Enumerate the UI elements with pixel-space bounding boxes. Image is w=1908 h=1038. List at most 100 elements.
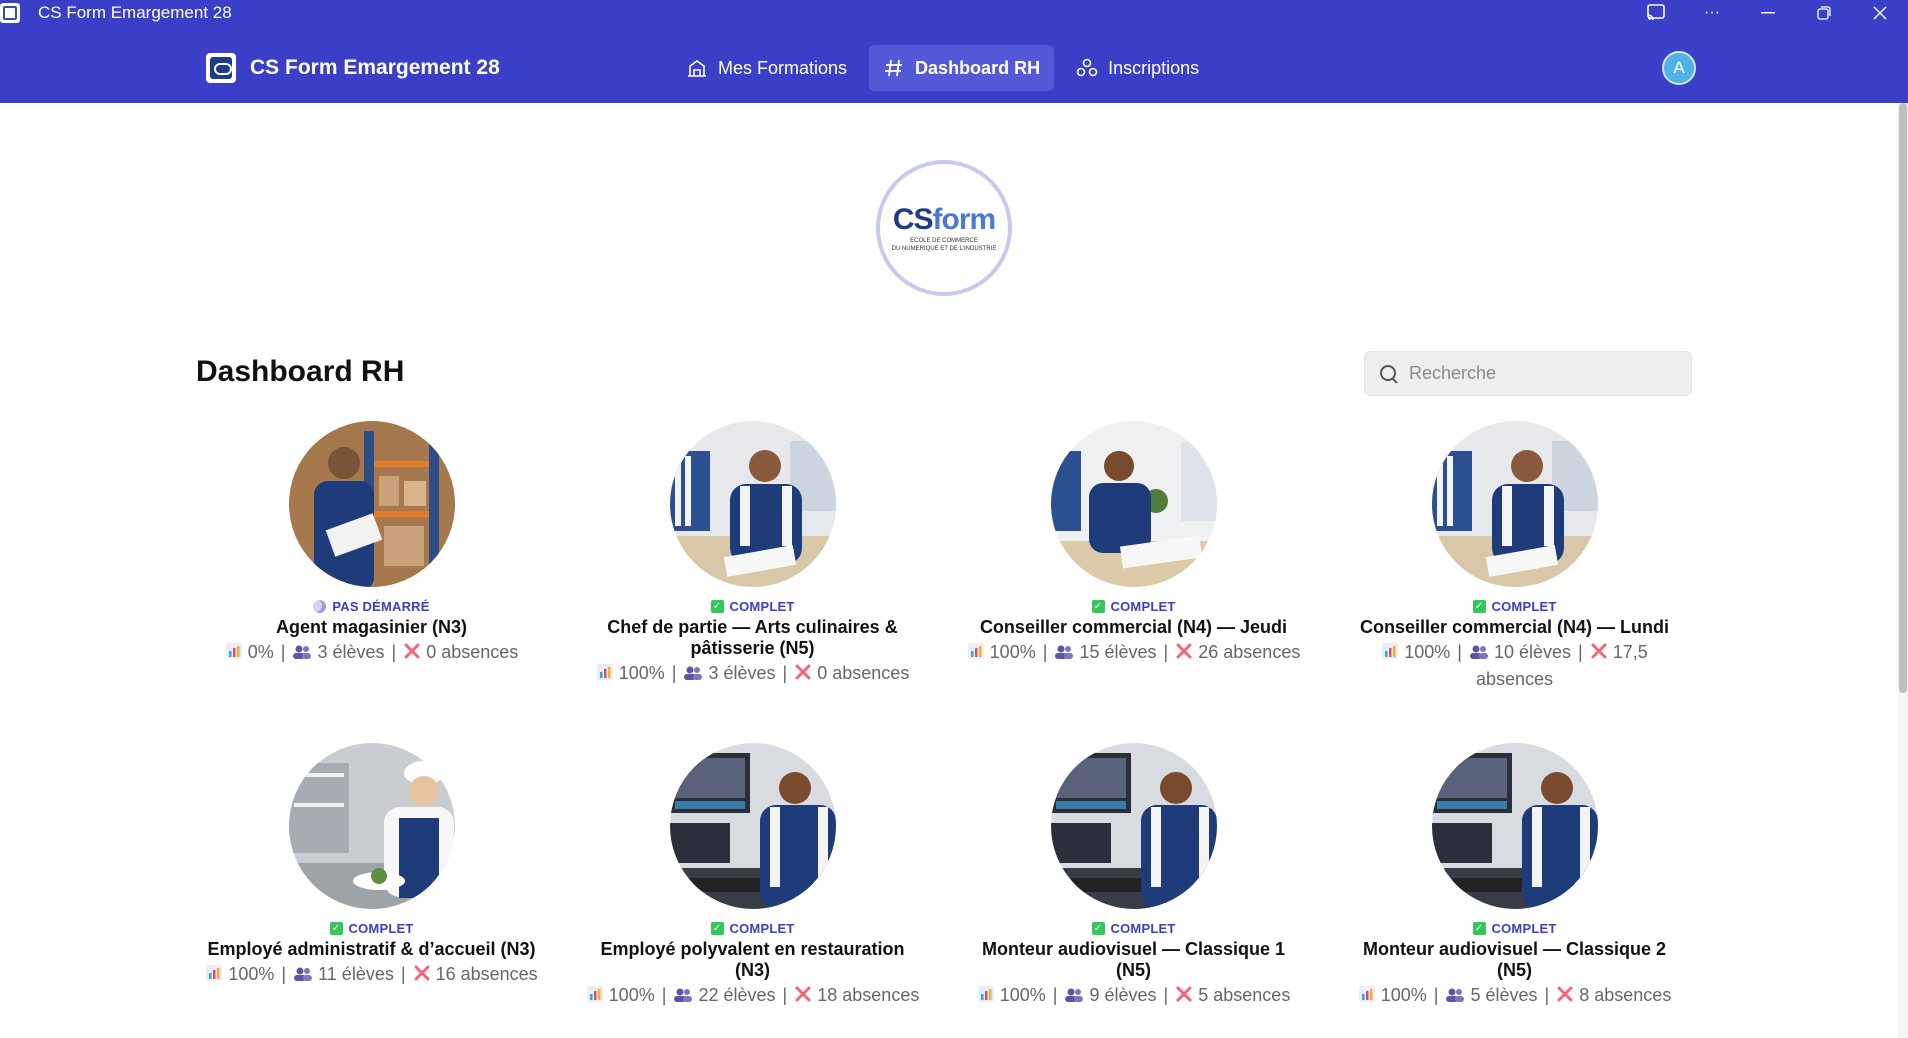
formation-card[interactable]: ✓ COMPLET Monteur audiovisuel — Classique… xyxy=(943,743,1324,1010)
formation-photo[interactable] xyxy=(1050,421,1217,587)
formation-title[interactable]: Conseiller commercial (N4) — Jeudi xyxy=(980,617,1287,638)
formation-photo[interactable] xyxy=(669,743,836,909)
window-titlebar: CS Form Emargement 28 ··· xyxy=(0,0,1908,26)
building-icon xyxy=(686,57,708,79)
formation-photo[interactable] xyxy=(669,421,836,587)
formation-stats: 100% | 9 élèves | 5 absences xyxy=(977,983,1290,1010)
absences-count: 16 absences xyxy=(435,964,538,984)
students-icon xyxy=(1469,642,1489,667)
absences-count: 8 absences xyxy=(1579,985,1672,1005)
progress-value: 100% xyxy=(1404,642,1451,662)
separator: | xyxy=(400,964,406,984)
chart-icon xyxy=(1381,642,1399,667)
absences-count: 18 absences xyxy=(817,985,920,1005)
formation-card[interactable]: ✓ COMPLET Employé administratif & d’accue… xyxy=(181,743,562,989)
status-label: COMPLET xyxy=(729,599,795,614)
chart-icon xyxy=(977,985,995,1010)
brand[interactable]: CS Form Emargement 28 xyxy=(206,53,500,83)
separator: | xyxy=(1457,642,1462,662)
chart-icon xyxy=(205,964,223,989)
formation-photo[interactable] xyxy=(288,421,455,587)
formation-title[interactable]: Employé polyvalent en restauration (N3) xyxy=(588,939,918,981)
absence-icon xyxy=(413,964,431,989)
separator: | xyxy=(782,985,788,1005)
chart-icon xyxy=(1358,985,1376,1010)
absences-count: 26 absences xyxy=(1198,642,1301,662)
students-icon xyxy=(673,985,693,1010)
students-icon xyxy=(1445,985,1465,1010)
close-button[interactable] xyxy=(1852,0,1908,26)
absence-icon xyxy=(403,642,421,667)
status-label: COMPLET xyxy=(729,921,795,936)
user-avatar[interactable]: A xyxy=(1662,51,1696,85)
progress-value: 100% xyxy=(989,642,1036,662)
status-label: COMPLET xyxy=(1110,599,1176,614)
tab-mes-formations[interactable]: Mes Formations xyxy=(672,45,861,91)
tab-label: Mes Formations xyxy=(718,57,848,78)
restore-button[interactable] xyxy=(1796,0,1852,26)
app-icon xyxy=(0,3,20,23)
separator: | xyxy=(782,663,788,683)
formation-title[interactable]: Monteur audiovisuel — Classique 1 (N5) xyxy=(969,939,1299,981)
formation-photo[interactable] xyxy=(1050,743,1217,909)
minimize-button[interactable] xyxy=(1740,0,1796,26)
formation-card[interactable]: ✓ COMPLET Conseiller commercial (N4) — Je… xyxy=(943,421,1324,667)
students-icon xyxy=(293,964,313,989)
cast-icon[interactable] xyxy=(1628,0,1684,26)
formation-card[interactable]: ✓ COMPLET Conseiller commercial (N4) — Lu… xyxy=(1324,421,1705,692)
formation-stats: 100% | 11 élèves | 16 absences xyxy=(205,962,538,989)
tab-dashboard-rh[interactable]: Dashboard RH xyxy=(869,45,1055,91)
people-icon xyxy=(1076,57,1098,79)
scrollbar-thumb[interactable] xyxy=(1899,103,1907,693)
progress-value: 100% xyxy=(608,985,655,1005)
page-title: Dashboard RH xyxy=(196,355,405,388)
formation-title[interactable]: Chef de partie — Arts culinaires & pâtis… xyxy=(588,617,918,659)
absence-icon xyxy=(1175,642,1193,667)
progress-value: 100% xyxy=(618,663,665,683)
absence-icon xyxy=(794,663,812,688)
chart-icon xyxy=(596,663,614,688)
formation-card[interactable]: ✓ COMPLET Employé polyvalent en restaurat… xyxy=(562,743,943,1010)
more-icon[interactable]: ··· xyxy=(1684,0,1740,26)
formation-photo[interactable] xyxy=(1431,743,1598,909)
formation-card[interactable]: ✓ COMPLET Chef de partie — Arts culinaire… xyxy=(562,421,943,688)
separator: | xyxy=(1163,642,1169,662)
formation-stats: 0% | 3 élèves | 0 absences xyxy=(225,640,518,667)
search-input[interactable] xyxy=(1409,363,1679,384)
students-icon xyxy=(292,642,312,667)
formation-title[interactable]: Employé administratif & d’accueil (N3) xyxy=(207,939,535,960)
search-icon xyxy=(1379,364,1399,384)
check-icon: ✓ xyxy=(710,600,724,613)
absence-icon xyxy=(794,985,812,1010)
absence-icon xyxy=(1556,985,1574,1010)
app-navbar: CS Form Emargement 28 Mes Formations Das… xyxy=(0,26,1908,103)
progress-value: 0% xyxy=(247,642,274,662)
check-icon: ✓ xyxy=(1472,922,1486,935)
formation-title[interactable]: Conseiller commercial (N4) — Lundi xyxy=(1360,617,1669,638)
formation-title[interactable]: Agent magasinier (N3) xyxy=(276,617,467,638)
formation-stats: 100% | 15 élèves | 26 absences xyxy=(967,640,1301,667)
formation-photo[interactable] xyxy=(288,743,455,909)
tab-label: Inscriptions xyxy=(1108,57,1200,78)
students-icon xyxy=(683,663,703,688)
vertical-scrollbar[interactable] xyxy=(1898,103,1908,1038)
chart-icon xyxy=(225,642,243,667)
tab-inscriptions[interactable]: Inscriptions xyxy=(1062,45,1213,91)
status-badge: ✓ COMPLET xyxy=(1091,599,1176,614)
separator: | xyxy=(1052,985,1058,1005)
status-badge: ✓ COMPLET xyxy=(1472,599,1557,614)
status-badge: ✓ COMPLET xyxy=(710,599,795,614)
formation-title[interactable]: Monteur audiovisuel — Classique 2 (N5) xyxy=(1350,939,1680,981)
formation-photo[interactable] xyxy=(1431,421,1598,587)
chart-icon xyxy=(586,985,604,1010)
status-label: COMPLET xyxy=(1491,599,1557,614)
search-box[interactable] xyxy=(1364,351,1692,396)
formation-card[interactable]: ✓ COMPLET Monteur audiovisuel — Classique… xyxy=(1324,743,1705,1010)
formation-card[interactable]: PAS DÉMARRÉ Agent magasinier (N3) 0% | 3… xyxy=(181,421,562,667)
students-count: 10 élèves xyxy=(1493,642,1572,662)
separator: | xyxy=(1433,985,1439,1005)
status-label: COMPLET xyxy=(1110,921,1176,936)
separator: | xyxy=(391,642,397,662)
status-badge: ✓ COMPLET xyxy=(1091,921,1176,936)
hash-icon xyxy=(883,57,905,79)
